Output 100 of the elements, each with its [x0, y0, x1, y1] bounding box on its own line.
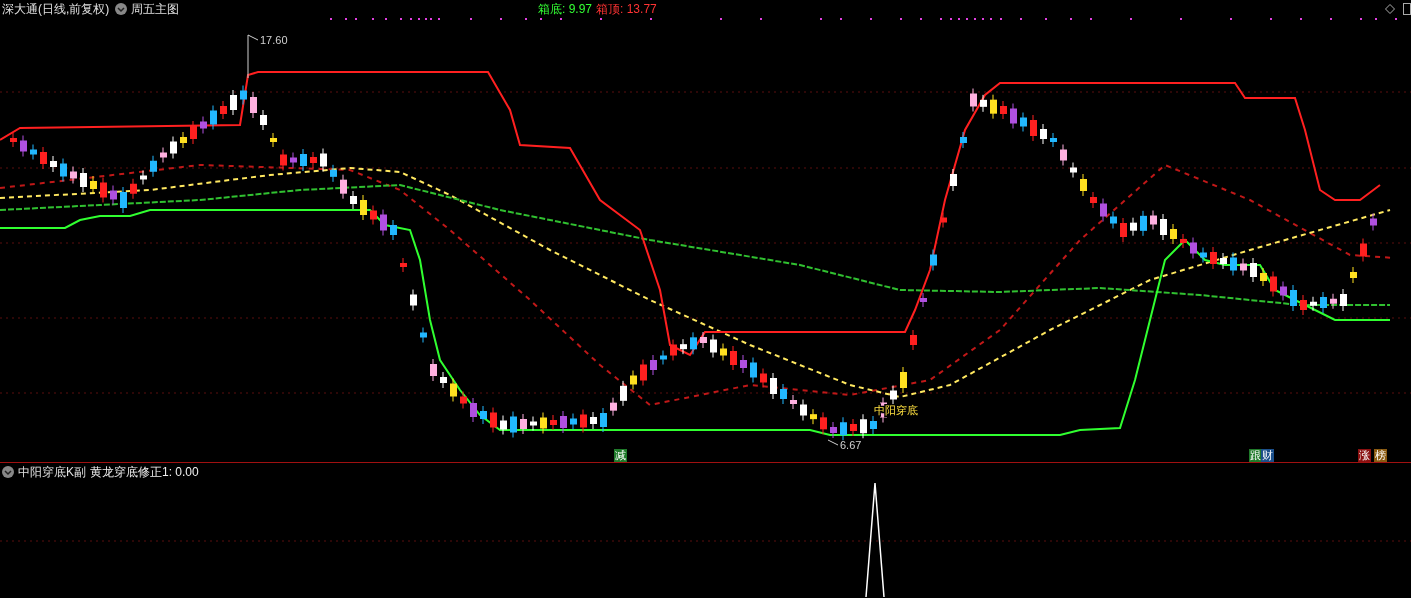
candlestick	[390, 219, 397, 241]
candlestick	[150, 155, 157, 178]
candlestick	[480, 405, 487, 425]
candlestick	[580, 409, 587, 433]
low-price-label: 6.67	[840, 439, 862, 451]
candlestick	[680, 338, 687, 355]
dropdown-icon[interactable]	[115, 3, 128, 15]
candlestick	[540, 412, 547, 434]
candlestick	[1100, 198, 1107, 222]
candlestick	[160, 147, 167, 163]
template-name[interactable]: 周五主图	[131, 0, 180, 18]
candlestick	[270, 132, 277, 148]
candlestick	[300, 148, 307, 172]
dropdown-icon[interactable]	[2, 466, 14, 478]
candlestick	[1180, 233, 1187, 249]
candlestick	[1150, 210, 1157, 230]
candlestick	[1290, 284, 1297, 312]
candlestick	[1090, 191, 1097, 209]
candlestick	[100, 177, 107, 203]
candlestick	[910, 329, 917, 351]
candlestick	[430, 358, 437, 382]
candlestick	[1330, 293, 1337, 310]
candlestick	[130, 178, 137, 200]
candlestick	[550, 414, 557, 431]
candlestick	[690, 331, 697, 355]
candlestick	[380, 209, 387, 236]
candlestick	[410, 289, 417, 311]
price-reading: 箱底: 9.97	[538, 1, 593, 18]
candlestick	[630, 370, 637, 390]
candlestick	[1230, 252, 1237, 276]
candlestick	[140, 170, 147, 185]
candlestick	[320, 148, 327, 172]
candlestick	[360, 194, 367, 221]
candlestick	[640, 359, 647, 386]
candlestick	[250, 91, 257, 119]
candlestick	[1350, 266, 1357, 284]
candlestick	[650, 354, 657, 376]
candlestick	[1070, 162, 1077, 178]
candlestick	[570, 413, 577, 430]
candlestick	[210, 105, 217, 130]
candlestick	[850, 418, 857, 437]
diamond-icon[interactable]	[1385, 4, 1395, 14]
candlestick	[290, 152, 297, 168]
candlestick	[1040, 123, 1047, 145]
candlestick	[810, 408, 817, 425]
candlestick	[200, 116, 207, 134]
candlestick	[600, 407, 607, 433]
candlestick	[860, 413, 867, 439]
square-icon[interactable]	[1403, 3, 1411, 15]
candlestick	[490, 407, 497, 433]
candlestick	[20, 135, 27, 157]
candlestick	[1120, 217, 1127, 243]
candlestick	[260, 109, 267, 131]
candlestick	[90, 175, 97, 195]
candlestick	[1360, 238, 1367, 262]
candlestick	[1080, 173, 1087, 197]
candlestick	[740, 354, 747, 374]
leader-line	[827, 439, 839, 446]
candlestick	[1300, 294, 1307, 316]
candlestick	[530, 416, 537, 431]
candlestick	[1270, 271, 1277, 297]
candlestick	[220, 100, 227, 120]
candlestick	[720, 343, 727, 361]
candlestick	[370, 205, 377, 225]
candlestick	[310, 151, 317, 169]
candlestick	[950, 168, 957, 192]
candlestick	[1030, 114, 1037, 142]
candlestick	[780, 383, 787, 405]
candlestick	[50, 155, 57, 173]
candlestick	[890, 385, 897, 405]
candlestick	[870, 415, 877, 435]
candlestick	[1110, 211, 1117, 229]
candlestick	[800, 399, 807, 421]
signal-tag: 榜	[1374, 449, 1387, 462]
candlestick	[40, 146, 47, 170]
candlestick	[1060, 144, 1067, 166]
candlestick	[590, 411, 597, 430]
candlestick	[1170, 223, 1177, 245]
candlestick	[1200, 247, 1207, 263]
candlestick	[1020, 112, 1027, 132]
candlestick	[80, 167, 87, 193]
candlestick	[1000, 100, 1007, 120]
candlestick	[1240, 258, 1247, 276]
candlestick	[970, 88, 977, 112]
candlestick	[1050, 132, 1057, 148]
candlestick	[500, 415, 507, 435]
candlestick	[960, 131, 967, 149]
candlestick	[1130, 217, 1137, 237]
candlestick	[1210, 246, 1217, 270]
candlestick	[1370, 213, 1377, 231]
candlestick	[180, 131, 187, 149]
candlestick	[700, 331, 707, 349]
candlestick	[980, 94, 987, 113]
candlestick	[1220, 252, 1227, 270]
candlestick	[230, 89, 237, 116]
candlestick	[520, 413, 527, 435]
price-reading: 箱顶: 13.77	[596, 1, 657, 18]
candlestick	[1190, 237, 1197, 259]
indicator-reading: 黄龙穿底修正1: 0.00	[90, 464, 199, 481]
candlestick	[510, 411, 517, 438]
